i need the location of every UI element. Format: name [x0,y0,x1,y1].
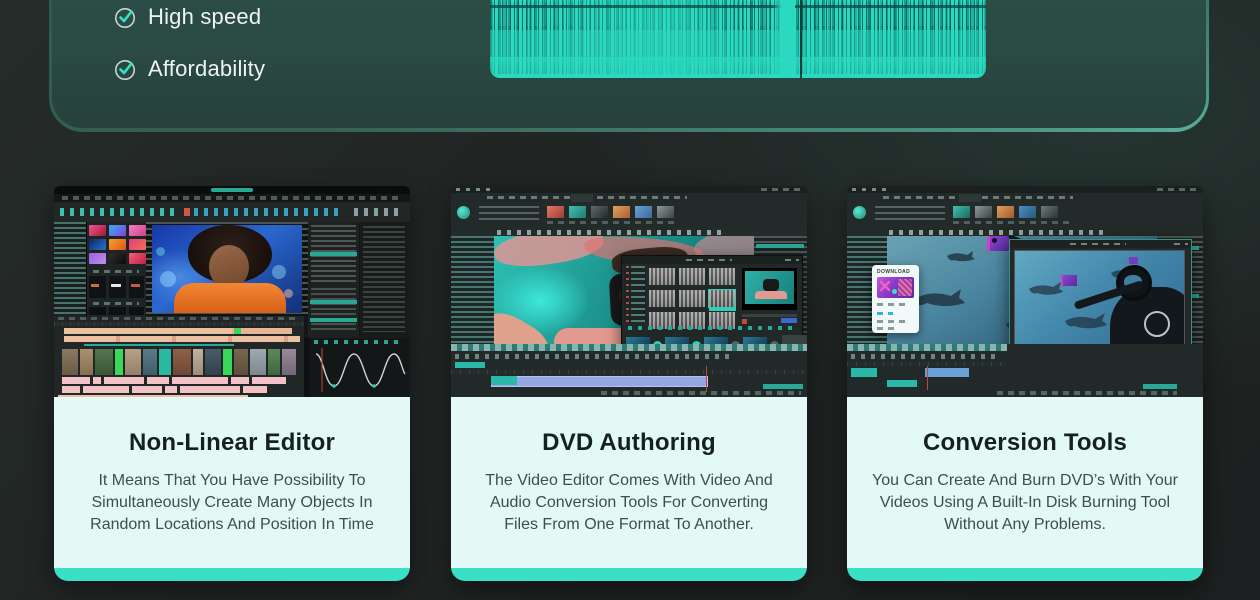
arm [494,305,555,344]
card-title: Conversion Tools [863,429,1187,457]
card-accent-bar [54,568,410,581]
logo-icon [457,206,470,219]
editor-titlebar [54,186,410,194]
feature-card-non-linear-editor: Non-Linear Editor It Means That You Have… [54,186,410,581]
editor-menubar [62,196,402,200]
sine-wave [314,346,406,394]
waveform-image [490,0,986,78]
popup-title: DOWNLOAD [877,269,910,275]
editor-menubar [451,193,807,202]
editor-toolstrip [889,230,1109,235]
card-description: You Can Create And Burn DVD’s With Your … [870,470,1180,536]
screenshot-non-linear-editor [54,186,410,397]
timeline-panel [451,344,807,397]
playhead [706,366,707,392]
clip-label [851,368,877,377]
clip-label [887,380,917,387]
check-circle-icon [114,6,137,29]
screenshot-conversion-tools: DOWNLOAD [847,186,1203,397]
hero-panel: High speed Affordability [49,0,1209,132]
file-tree-panel [54,222,87,316]
audio-wave-panel [310,338,410,397]
action-camera [987,236,1009,251]
feature-card-conversion-tools: DOWNLOAD [847,186,1203,581]
timeline-clip [64,336,300,342]
selected-thumbnail [709,290,735,307]
gauge [1144,311,1170,337]
card-body: DVD Authoring The Video Editor Comes Wit… [451,397,807,568]
hero-panel-surface: High speed Affordability [52,0,1206,128]
status-bar [601,391,801,395]
ribbon-thumbnails [547,206,674,218]
feature-item-affordability: Affordability [114,55,265,83]
ribbon-thumbnails [953,206,1058,218]
action-camera [1061,275,1077,286]
popup-link [877,312,893,315]
editor-ribbon [451,202,807,228]
dialog-preview [742,268,797,310]
window-image [1015,251,1184,351]
popup-thumbnail [877,277,914,298]
timeline-thumbnails [62,349,300,375]
playhead [927,366,928,390]
card-title: DVD Authoring [467,429,791,457]
timeline-panel [847,344,1203,397]
card-description: It Means That You Have Possibility To Si… [77,470,387,536]
template-swatches [89,225,146,264]
feature-item-high-speed: High speed [114,3,261,31]
editor-toolstrip [497,230,727,235]
dialog-folder-tree [624,266,646,322]
dialog-titlebar [622,256,802,264]
dialog-thumbnail-grid [649,268,737,330]
templates-panel [87,222,146,316]
editor-menubar [847,193,1203,202]
preview-woman-portrait [152,225,302,313]
timeline-video-clip [491,376,708,387]
card-accent-bar [847,568,1203,581]
feature-label: High speed [148,4,261,30]
feature-card-dvd-authoring: DVD Authoring The Video Editor Comes Wit… [451,186,807,581]
timeline-text-clips [62,377,300,384]
card-body: Non-Linear Editor It Means That You Have… [54,397,410,568]
effects-panel [360,222,410,338]
object-explorer-panel [451,236,494,344]
timeline-panel [54,316,304,397]
x-mark [880,281,890,291]
timeline-clip [64,328,292,334]
window-titlebar [1010,240,1191,248]
timeline-ruler [54,322,304,326]
card-accent-bar [451,568,807,581]
card-title: Non-Linear Editor [70,429,394,457]
preview-area [146,222,308,316]
feature-label: Affordability [148,56,265,82]
waveform-divider [800,0,802,78]
editor-titlebar [847,186,1203,193]
editor-toolbar [54,202,410,222]
card-description: The Video Editor Comes With Video And Au… [474,470,784,536]
screenshot-dvd-authoring [451,186,807,397]
logo-icon [853,206,866,219]
timeline-video-clip [925,368,969,377]
editor-titlebar [451,186,807,193]
editor-ribbon [847,202,1203,228]
timeline-text-clips [62,386,300,393]
check-circle-icon [114,58,137,81]
card-body: Conversion Tools You Can Create And Burn… [847,397,1203,568]
status-bar [997,391,1177,395]
portrait-sweater [174,283,286,313]
download-popup: DOWNLOAD [872,265,919,333]
clip-label [455,362,485,368]
properties-panel [308,222,359,338]
